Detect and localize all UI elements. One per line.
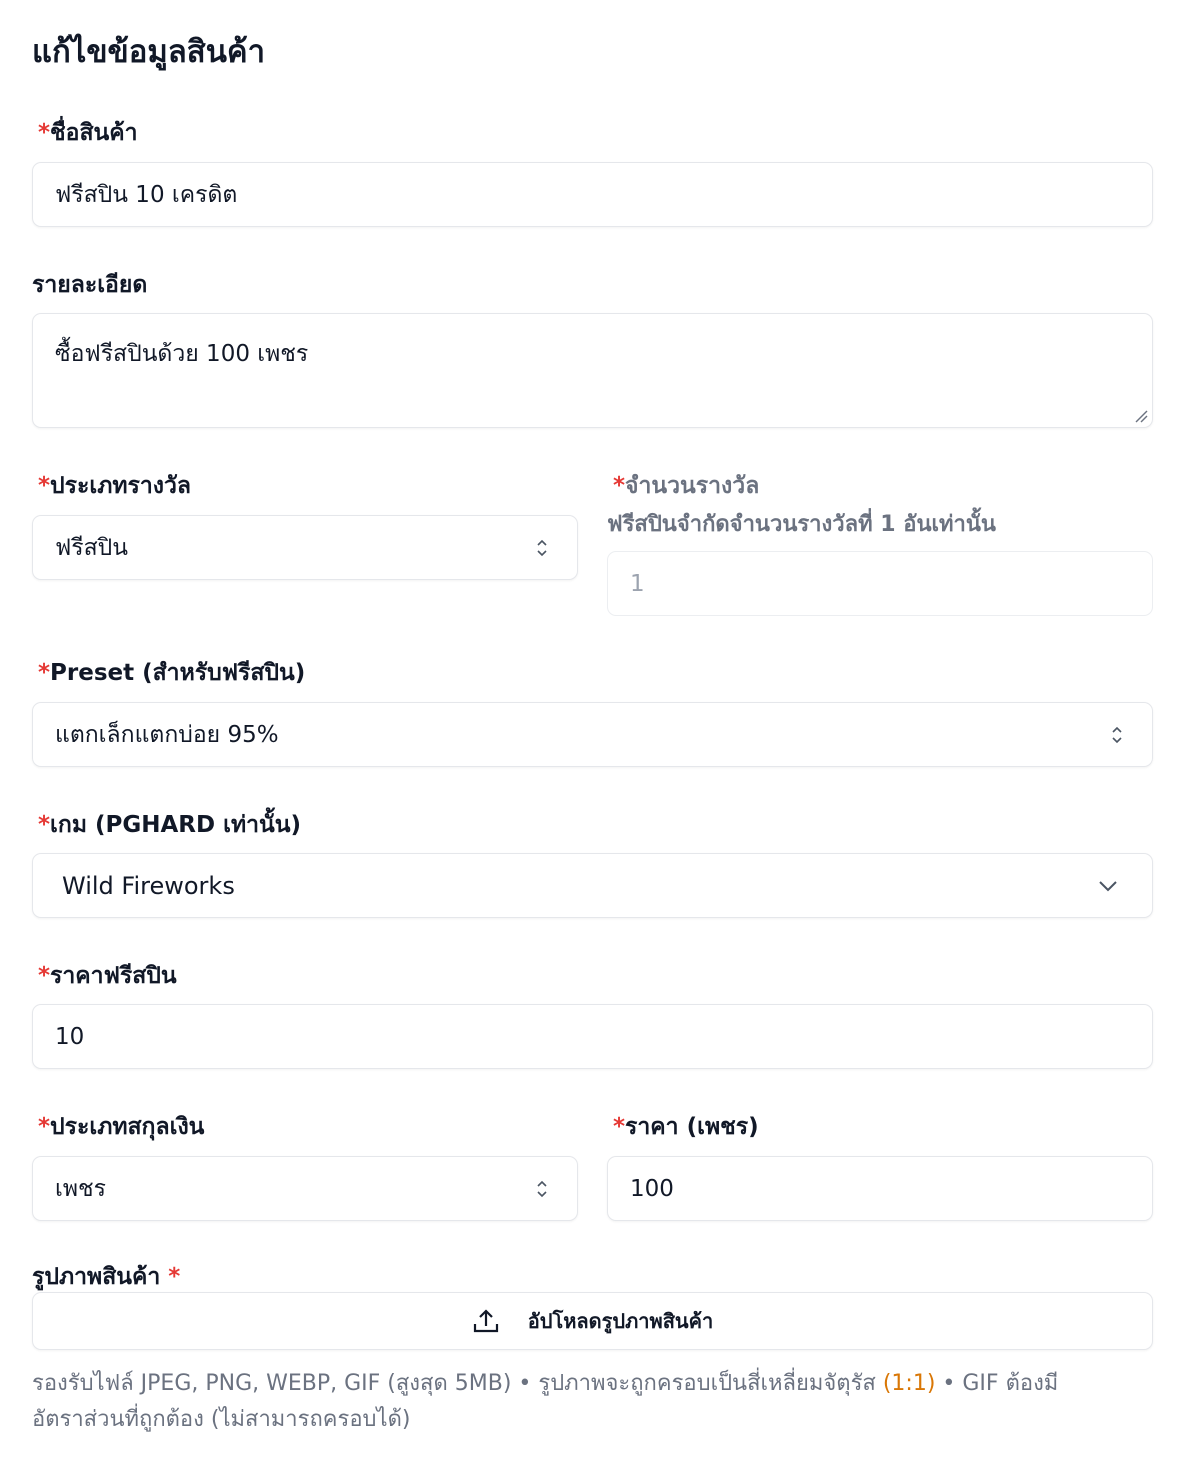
upload-icon <box>473 1309 498 1333</box>
currency-type-select[interactable]: เพชร <box>32 1156 578 1221</box>
upload-image-label: อัปโหลดรูปภาพสินค้า <box>527 1309 714 1333</box>
reward-type-label: *ประเภทรางวัล <box>38 473 192 499</box>
price-input[interactable]: 100 <box>607 1156 1153 1221</box>
reward-amount-label: *จำนวนรางวัล <box>613 473 760 499</box>
page-title: แก้ไขข้อมูลสินค้า <box>32 34 266 70</box>
price-label: *ราคา (เพชร) <box>613 1114 759 1140</box>
image-help-text: รองรับไฟล์ JPEG, PNG, WEBP, GIF (สูงสุด … <box>32 1371 1059 1432</box>
chevron-down-icon <box>1099 880 1117 891</box>
reward-type-select[interactable]: ฟรีสปิน <box>32 515 578 580</box>
updown-icon <box>1112 726 1122 743</box>
required-mark: * <box>38 120 51 146</box>
preset-label: *Preset (สำหรับฟรีสปิน) <box>38 660 306 686</box>
upload-image-button[interactable]: อัปโหลดรูปภาพสินค้า <box>32 1292 1153 1350</box>
product-name-label: *ชื่อสินค้า <box>38 120 138 146</box>
reward-amount-input: 1 <box>607 551 1153 616</box>
preset-select[interactable]: แตกเล็กแตกบ่อย 95% <box>32 702 1153 767</box>
resize-handle-icon[interactable] <box>1134 409 1148 423</box>
freespin-price-input[interactable]: 10 <box>32 1004 1153 1069</box>
freespin-price-label: *ราคาฟรีสปิน <box>38 963 177 989</box>
game-label: *เกม (PGHARD เท่านั้น) <box>38 812 301 838</box>
reward-amount-note: ฟรีสปินจำกัดจำนวนรางวัลที่ 1 อันเท่านั้น <box>607 512 996 537</box>
product-name-input[interactable]: ฟรีสปิน 10 เครดิต <box>32 162 1153 227</box>
product-image-label: รูปภาพสินค้า * <box>32 1264 181 1290</box>
aspect-ratio-note: (1:1) <box>882 1371 936 1396</box>
description-label: รายละเอียด <box>32 272 148 298</box>
currency-type-label: *ประเภทสกุลเงิน <box>38 1114 205 1140</box>
updown-icon <box>537 1180 547 1197</box>
description-textarea[interactable]: ซื้อฟรีสปินด้วย 100 เพชร <box>32 313 1153 428</box>
game-select[interactable]: Wild Fireworks <box>32 853 1153 918</box>
updown-icon <box>537 539 547 556</box>
